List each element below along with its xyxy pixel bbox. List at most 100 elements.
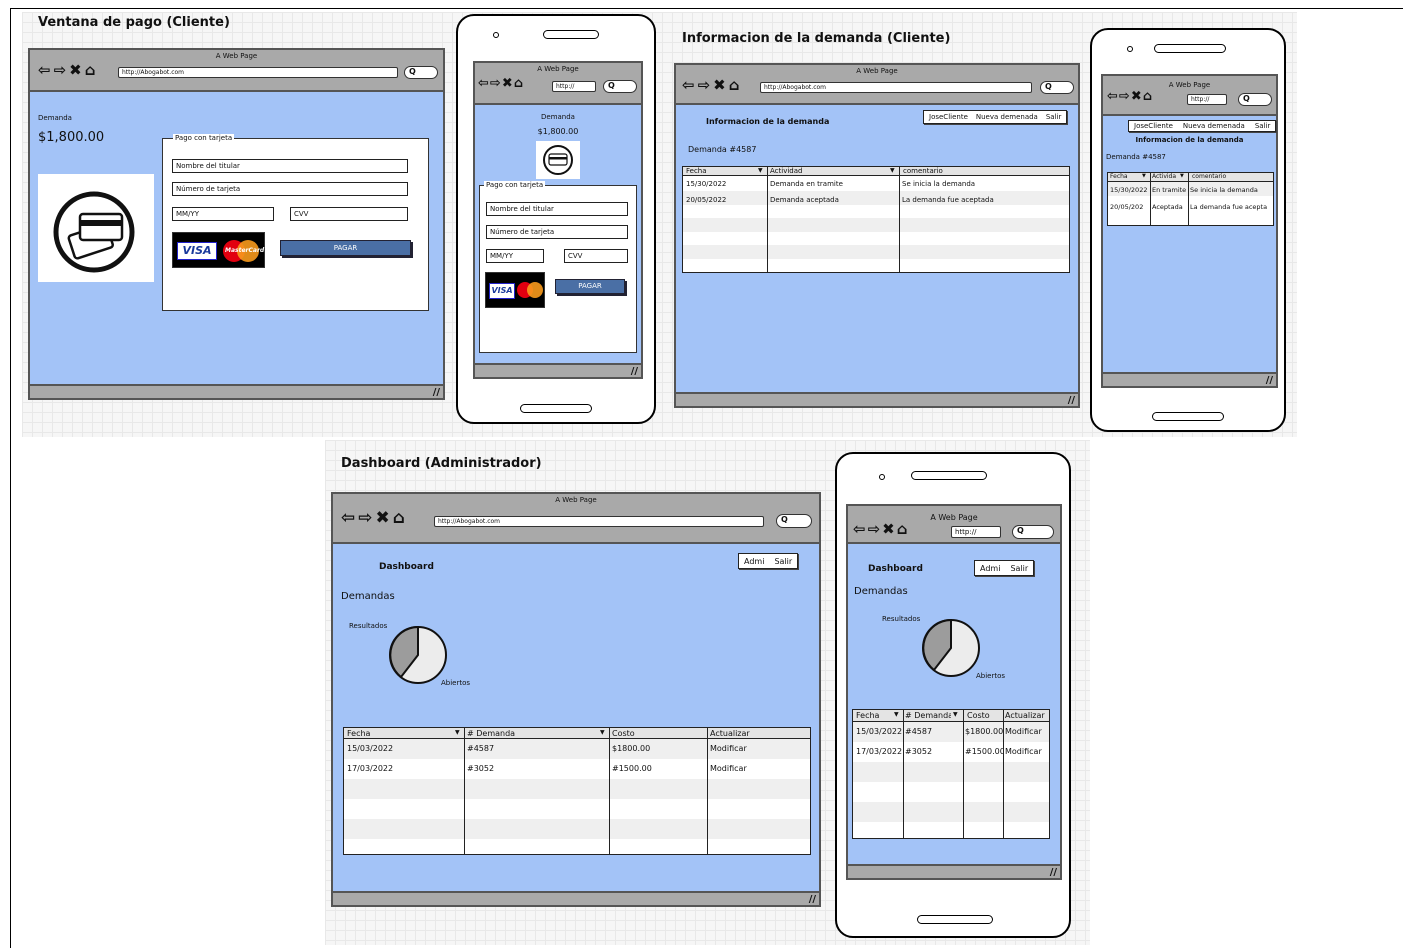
expiry-input[interactable]: MM/YY <box>172 207 274 221</box>
url-bar[interactable]: http:// <box>1187 94 1227 105</box>
menu-item-admi[interactable]: Admi <box>980 564 1000 573</box>
table-cell: En tramite <box>1152 186 1187 194</box>
search-icon[interactable]: Q <box>603 80 637 93</box>
close-x-icon[interactable]: ✖ <box>713 76 726 94</box>
column-header-comentario[interactable]: comentario <box>1192 173 1226 180</box>
demanda-id: Demanda #4587 <box>1106 153 1166 161</box>
close-x-icon[interactable]: ✖ <box>69 61 82 79</box>
column-header-actividad[interactable]: Activida <box>1152 173 1178 180</box>
column-header-fecha[interactable]: Fecha <box>347 729 370 738</box>
resize-grip-icon[interactable]: // <box>1068 395 1075 406</box>
back-arrow-icon[interactable]: ⇦ <box>478 76 489 91</box>
home-icon[interactable]: ⌂ <box>897 520 908 538</box>
menu-item-salir[interactable]: Salir <box>1046 113 1062 121</box>
pay-button[interactable]: PAGAR <box>555 279 625 294</box>
dropdown-arrow-icon[interactable]: ▼ <box>758 167 763 174</box>
pie-label-abiertos: Abiertos <box>441 679 471 687</box>
dropdown-arrow-icon[interactable]: ▼ <box>455 729 460 736</box>
forward-arrow-icon[interactable]: ⇨ <box>490 76 501 91</box>
resize-grip-icon[interactable]: // <box>809 894 816 905</box>
close-x-icon[interactable]: ✖ <box>376 508 390 528</box>
column-header-demanda[interactable]: # Demanda <box>905 711 951 720</box>
url-bar[interactable]: http:// <box>951 526 1001 538</box>
dropdown-arrow-icon[interactable]: ▼ <box>1142 173 1146 179</box>
forward-arrow-icon[interactable]: ⇨ <box>54 61 67 79</box>
back-arrow-icon[interactable]: ⇦ <box>38 61 51 79</box>
cvv-input[interactable]: CVV <box>564 249 628 263</box>
menu-item-nueva-demanda[interactable]: Nueva demenada <box>1183 122 1245 130</box>
forward-arrow-icon[interactable]: ⇨ <box>868 520 881 538</box>
demandas-table: Fecha ▼ # Demanda ▼ Costo Actualizar 15/… <box>343 727 811 855</box>
resize-grip-icon[interactable]: // <box>433 387 440 398</box>
column-header-costo[interactable]: Costo <box>612 729 635 738</box>
page-content: Dashboard Admi Salir Demandas Resultados… <box>333 544 819 891</box>
home-icon[interactable]: ⌂ <box>85 61 96 79</box>
close-x-icon[interactable]: ✖ <box>502 76 513 91</box>
menu-item-salir[interactable]: Salir <box>1010 564 1028 573</box>
table-cell: Se inicia la demanda <box>1190 186 1258 194</box>
back-arrow-icon[interactable]: ⇦ <box>341 508 355 528</box>
menu-item-user[interactable]: JoseCliente <box>1134 122 1173 130</box>
home-icon[interactable]: ⌂ <box>393 508 405 528</box>
dropdown-arrow-icon[interactable]: ▼ <box>1180 173 1184 179</box>
home-icon[interactable]: ⌂ <box>1143 89 1152 104</box>
forward-arrow-icon[interactable]: ⇨ <box>1119 89 1130 104</box>
column-header-actualizar[interactable]: Actualizar <box>1005 711 1049 720</box>
url-bar[interactable]: http://Abogabot.com <box>434 516 764 527</box>
col-divider <box>609 728 610 854</box>
column-header-fecha[interactable]: Fecha <box>856 711 879 720</box>
column-header-fecha[interactable]: Fecha <box>686 167 707 175</box>
close-x-icon[interactable]: ✖ <box>1131 89 1142 104</box>
card-number-input[interactable]: Número de tarjeta <box>486 225 628 239</box>
dropdown-arrow-icon[interactable]: ▼ <box>600 729 605 736</box>
home-icon[interactable]: ⌂ <box>514 76 523 91</box>
column-header-demanda[interactable]: # Demanda <box>467 729 515 738</box>
pay-button[interactable]: PAGAR <box>280 240 411 256</box>
forward-arrow-icon[interactable]: ⇨ <box>358 508 372 528</box>
modify-link[interactable]: Modificar <box>710 764 747 773</box>
menu-item-salir[interactable]: Salir <box>1255 122 1271 130</box>
search-icon[interactable]: Q <box>1238 93 1272 106</box>
column-header-actualizar[interactable]: Actualizar <box>710 729 750 738</box>
back-arrow-icon[interactable]: ⇦ <box>853 520 866 538</box>
back-arrow-icon[interactable]: ⇦ <box>1107 89 1118 104</box>
cvv-input[interactable]: CVV <box>290 207 408 221</box>
dropdown-arrow-icon[interactable]: ▼ <box>890 167 895 174</box>
home-icon[interactable]: ⌂ <box>729 76 740 94</box>
resize-grip-icon[interactable]: // <box>1050 867 1057 878</box>
status-bar: // <box>848 864 1060 878</box>
cardholder-name-input[interactable]: Nombre del titular <box>486 202 628 216</box>
column-header-comentario[interactable]: comentario <box>903 167 943 175</box>
menu-item-salir[interactable]: Salir <box>774 557 792 566</box>
back-arrow-icon[interactable]: ⇦ <box>682 76 695 94</box>
search-icon[interactable]: Q <box>1040 81 1074 94</box>
column-header-costo[interactable]: Costo <box>967 711 990 720</box>
top-menu: JoseCliente Nueva demenada Salir <box>1128 120 1277 132</box>
url-bar[interactable]: http://Abogabot.com <box>118 67 398 78</box>
dropdown-arrow-icon[interactable]: ▼ <box>894 711 899 718</box>
search-icon[interactable]: Q <box>776 514 812 528</box>
dropdown-arrow-icon[interactable]: ▼ <box>953 711 958 718</box>
search-icon[interactable]: Q <box>1012 525 1054 539</box>
menu-item-user[interactable]: JoseCliente <box>929 113 968 121</box>
resize-grip-icon[interactable]: // <box>631 366 638 377</box>
menu-item-nueva-demanda[interactable]: Nueva demenada <box>976 113 1038 121</box>
credit-card-icon <box>38 174 154 282</box>
forward-arrow-icon[interactable]: ⇨ <box>698 76 711 94</box>
modify-link[interactable]: Modificar <box>1005 747 1049 756</box>
url-bar[interactable]: http:// <box>552 81 596 92</box>
table-stripe <box>683 191 1069 205</box>
search-icon[interactable]: Q <box>404 66 438 79</box>
resize-grip-icon[interactable]: // <box>1266 375 1273 386</box>
column-header-actividad[interactable]: Actividad <box>770 167 802 175</box>
url-bar[interactable]: http://Abogabot.com <box>760 82 1032 93</box>
cardholder-name-input[interactable]: Nombre del titular <box>172 159 408 173</box>
column-header-fecha[interactable]: Fecha <box>1110 173 1128 180</box>
modify-link[interactable]: Modificar <box>1005 727 1049 736</box>
card-number-input[interactable]: Número de tarjeta <box>172 182 408 196</box>
modify-link[interactable]: Modificar <box>710 744 747 753</box>
expiry-input[interactable]: MM/YY <box>486 249 544 263</box>
browser-window-info-mobile: A Web Page ⇦ ⇨ ✖ ⌂ http:// Q JoseCliente Nu… <box>1101 74 1278 388</box>
close-x-icon[interactable]: ✖ <box>882 520 895 538</box>
menu-item-admi[interactable]: Admi <box>744 557 764 566</box>
